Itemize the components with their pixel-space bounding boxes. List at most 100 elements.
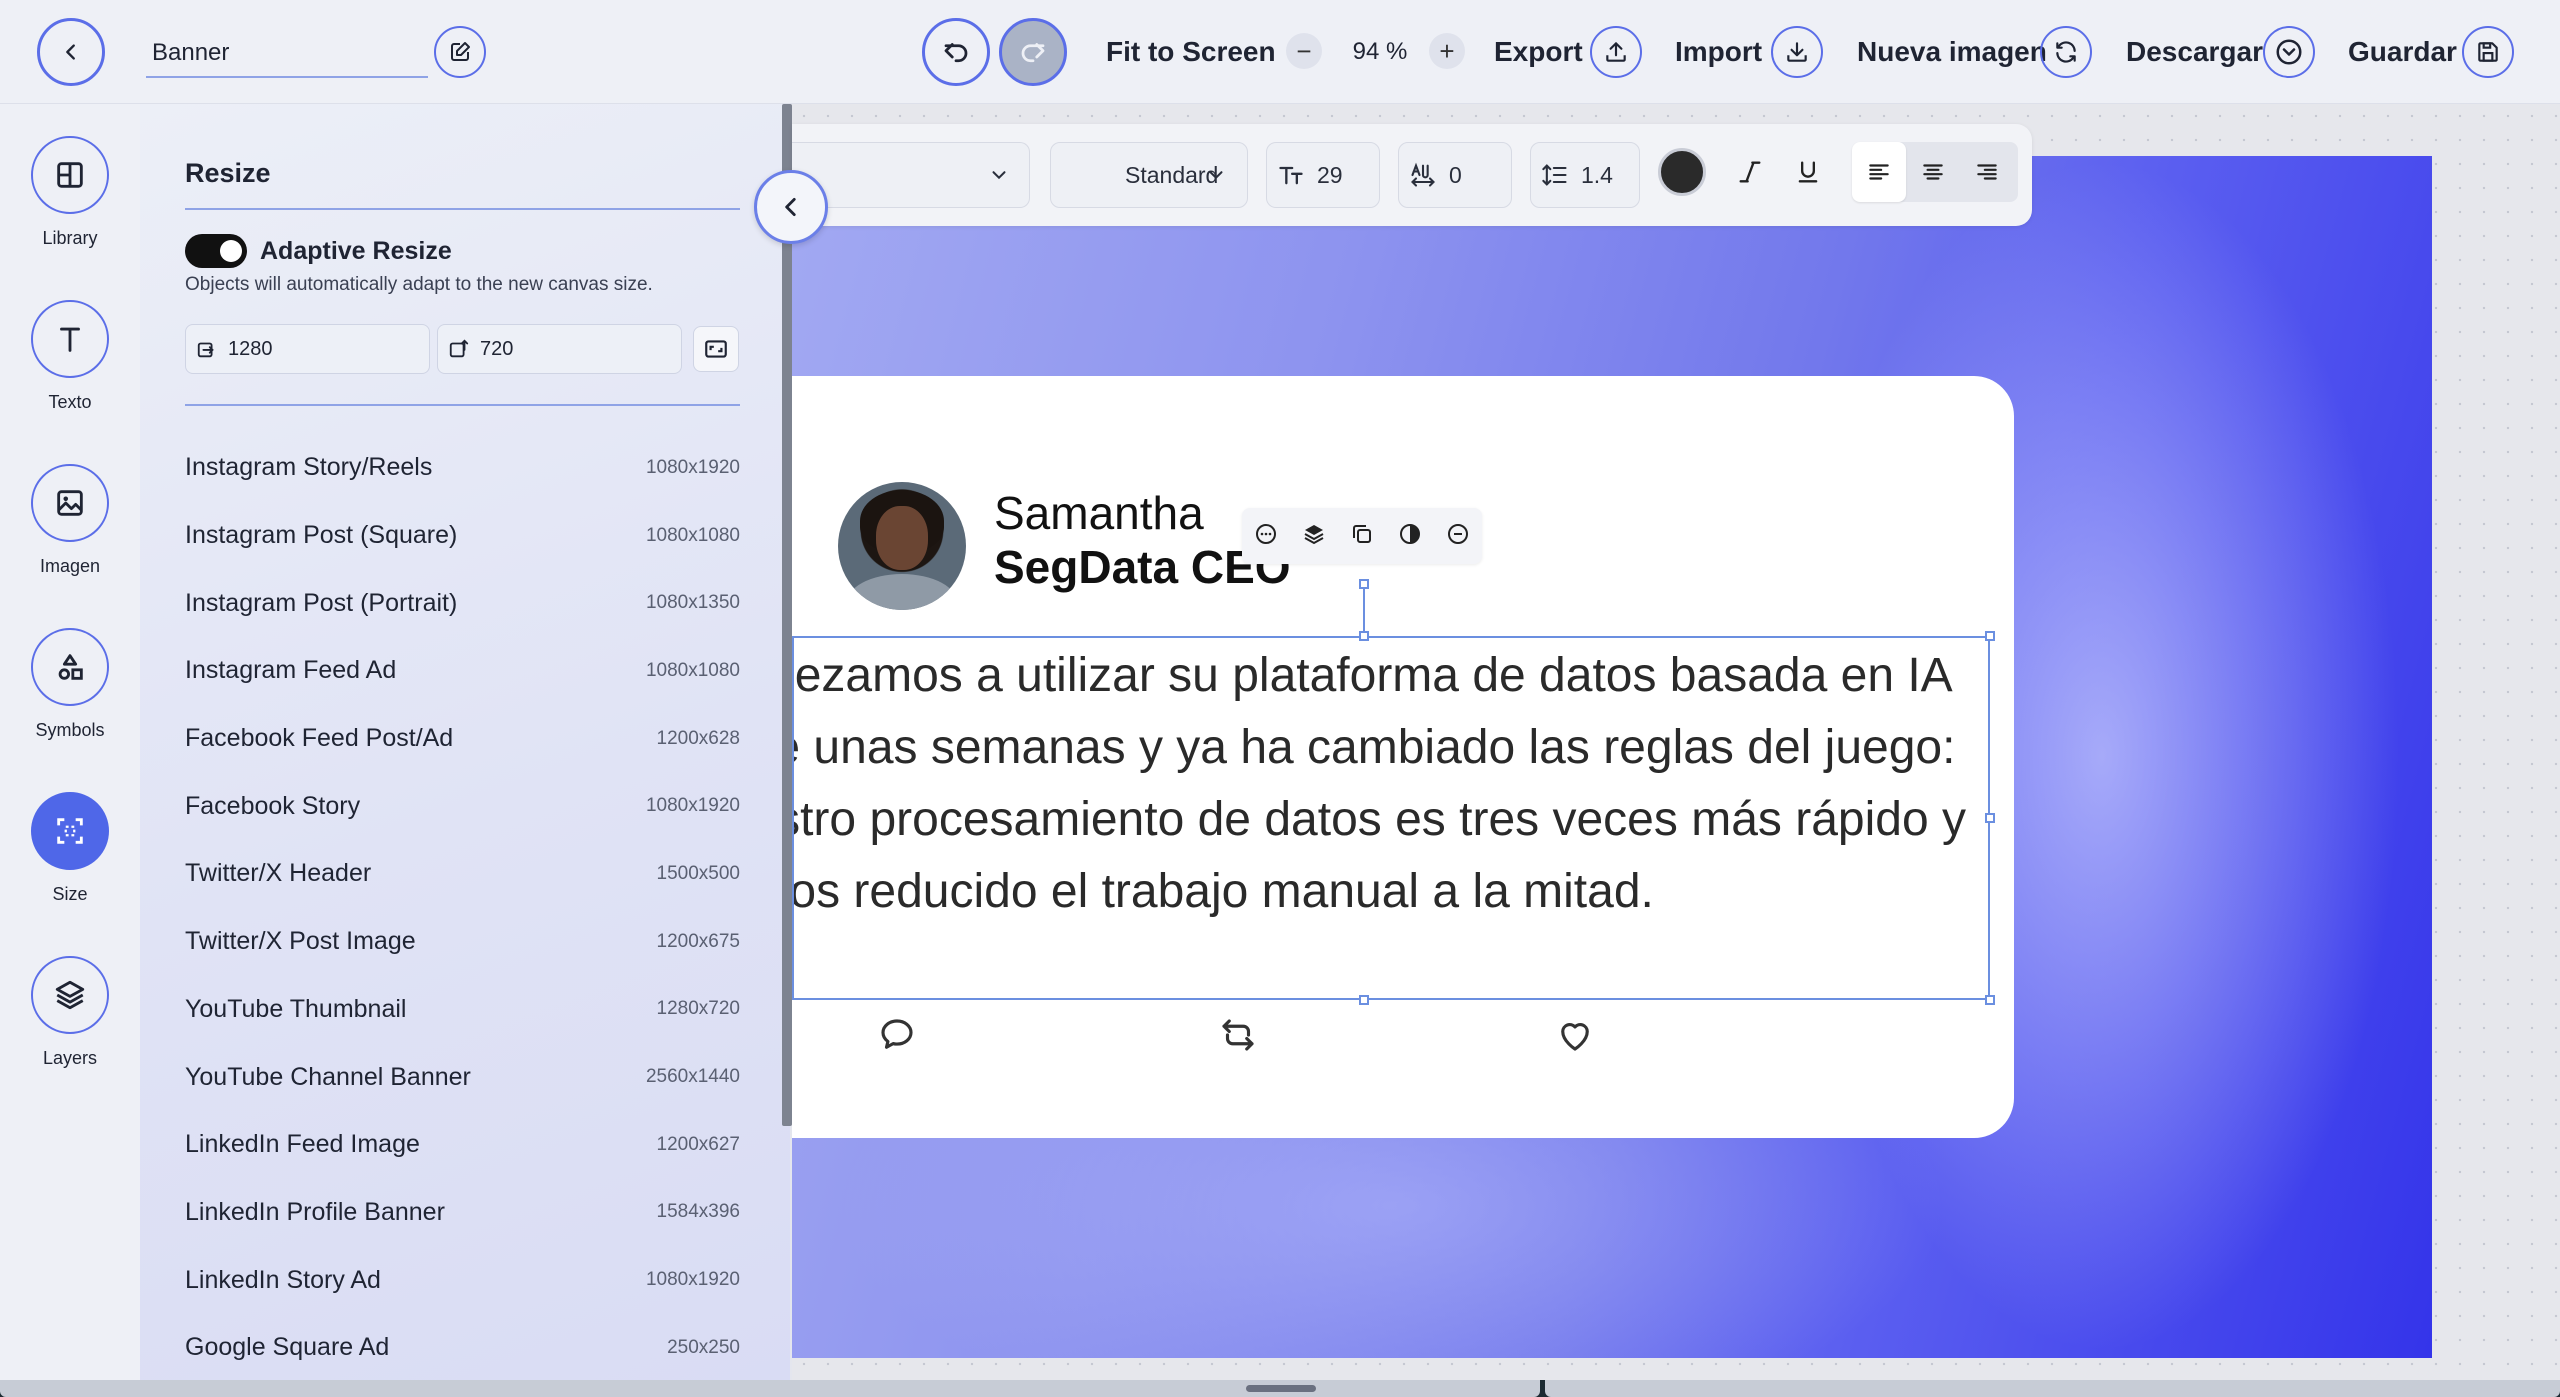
- heart-icon: [1554, 1014, 1596, 1061]
- preset-item[interactable]: YouTube Channel Banner 2560x1440: [185, 1043, 740, 1111]
- rail-size-button[interactable]: [31, 792, 109, 870]
- fit-to-screen-button[interactable]: Fit to Screen: [1106, 30, 1276, 74]
- preset-item[interactable]: Instagram Post (Portrait) 1080x1350: [185, 569, 740, 637]
- avatar[interactable]: [838, 482, 966, 610]
- rail-item-layers[interactable]: Layers: [0, 956, 140, 1069]
- preset-item[interactable]: YouTube Thumbnail 1280x720: [185, 976, 740, 1044]
- import-label[interactable]: Import: [1675, 30, 1762, 74]
- download-icon: [1787, 42, 1807, 62]
- collapse-panel-button[interactable]: [754, 170, 828, 244]
- height-value: 720: [480, 337, 514, 360]
- rail-item-imagen[interactable]: Imagen: [0, 464, 140, 577]
- preset-size: 250x250: [667, 1336, 740, 1358]
- resize-handle-top-right[interactable]: [1985, 631, 1995, 641]
- undo-button[interactable]: [922, 18, 990, 86]
- width-field[interactable]: 1280: [185, 324, 430, 374]
- preset-item[interactable]: Instagram Post (Square) 1080x1080: [185, 502, 740, 570]
- preset-size: 1280x720: [656, 998, 740, 1020]
- export-label[interactable]: Export: [1494, 30, 1583, 74]
- rail-item-texto[interactable]: Texto: [0, 300, 140, 413]
- document-title-input[interactable]: [146, 30, 428, 78]
- font-style-select[interactable]: Standard: [1050, 142, 1248, 208]
- preset-item[interactable]: Facebook Story 1080x1920: [185, 772, 740, 840]
- resize-handle-top[interactable]: [1359, 631, 1369, 641]
- chevron-down-icon: [992, 171, 1006, 180]
- preset-size: 1500x500: [656, 862, 740, 884]
- preset-item[interactable]: Facebook Feed Post/Ad 1200x628: [185, 705, 740, 773]
- preset-name: YouTube Thumbnail: [185, 994, 407, 1023]
- redo-button[interactable]: [999, 18, 1067, 86]
- rename-button[interactable]: [434, 26, 486, 78]
- underline-icon: [1798, 161, 1818, 183]
- height-field[interactable]: 720: [437, 324, 682, 374]
- resize-handle-right[interactable]: [1985, 813, 1995, 823]
- rail-item-symbols[interactable]: Symbols: [0, 628, 140, 741]
- rail-symbols-button[interactable]: [31, 628, 109, 706]
- rail-item-size[interactable]: Size: [0, 792, 140, 905]
- preset-item[interactable]: Twitter/X Post Image 1200x675: [185, 908, 740, 976]
- chevron-left-icon: [785, 198, 796, 216]
- rail-imagen-button[interactable]: [31, 464, 109, 542]
- preset-item[interactable]: Instagram Story/Reels 1080x1920: [185, 434, 740, 502]
- bottom-tab: [0, 1380, 560, 1397]
- opacity-icon[interactable]: [1398, 522, 1422, 551]
- rail-item-library[interactable]: Library: [0, 136, 140, 249]
- back-button[interactable]: [37, 18, 105, 86]
- download-label[interactable]: Descargar: [2126, 30, 2263, 74]
- preset-item[interactable]: LinkedIn Feed Image 1200x627: [185, 1111, 740, 1179]
- import-button[interactable]: [1771, 26, 1823, 78]
- bottom-taskbar: [0, 1380, 2560, 1397]
- preset-name: YouTube Channel Banner: [185, 1062, 471, 1091]
- font-family-select[interactable]: [792, 142, 1030, 208]
- export-button[interactable]: [1590, 26, 1642, 78]
- preset-name: Google Square Ad: [185, 1333, 390, 1362]
- new-image-button[interactable]: [2040, 26, 2092, 78]
- preset-item[interactable]: LinkedIn Story Ad 1080x1920: [185, 1246, 740, 1314]
- adaptive-resize-toggle[interactable]: [185, 234, 247, 268]
- preset-name: Twitter/X Post Image: [185, 927, 416, 956]
- chevron-down-icon: [1209, 171, 1223, 180]
- new-image-label[interactable]: Nueva imagen: [1857, 30, 2047, 74]
- italic-button[interactable]: [1728, 150, 1772, 194]
- align-center-button[interactable]: [1906, 142, 1960, 202]
- letter-spacing-value: 0: [1449, 161, 1462, 188]
- align-left-icon: [1869, 164, 1889, 180]
- align-right-button[interactable]: [1960, 142, 2014, 202]
- preset-item[interactable]: LinkedIn Profile Banner 1584x396: [185, 1179, 740, 1247]
- preset-item[interactable]: Twitter/X Header 1500x500: [185, 840, 740, 908]
- resize-handle-bottom-right[interactable]: [1985, 995, 1995, 1005]
- more-options-icon[interactable]: [1254, 522, 1278, 551]
- aspect-ratio-button[interactable]: [693, 326, 739, 372]
- font-size-icon: [1279, 166, 1303, 185]
- rail-layers-button[interactable]: [31, 956, 109, 1034]
- divider: [185, 404, 740, 406]
- resize-handle-bottom[interactable]: [1359, 995, 1369, 1005]
- rail-library-button[interactable]: [31, 136, 109, 214]
- rotation-handle[interactable]: [1359, 579, 1369, 589]
- save-button[interactable]: [2462, 26, 2514, 78]
- letter-spacing-field[interactable]: 0: [1398, 142, 1512, 208]
- preset-item[interactable]: Google Square Ad 250x250: [185, 1314, 740, 1382]
- panel-scrollbar[interactable]: [782, 104, 792, 1126]
- remove-icon[interactable]: [1446, 522, 1470, 551]
- save-label[interactable]: Guardar: [2348, 30, 2457, 74]
- layers-icon[interactable]: [1302, 522, 1326, 551]
- rail-texto-button[interactable]: [31, 300, 109, 378]
- preset-size: 1080x1080: [645, 524, 740, 546]
- download-button[interactable]: [2263, 26, 2315, 78]
- window-grip[interactable]: [1246, 1385, 1316, 1392]
- underline-button[interactable]: [1786, 150, 1830, 194]
- text-color-swatch[interactable]: [1658, 148, 1706, 196]
- line-height-field[interactable]: 1.4: [1530, 142, 1640, 208]
- duplicate-icon[interactable]: [1350, 522, 1374, 551]
- zoom-out-button[interactable]: −: [1286, 33, 1322, 69]
- zoom-in-button[interactable]: +: [1429, 33, 1465, 69]
- card-name[interactable]: Samantha: [994, 486, 1204, 540]
- align-left-button[interactable]: [1852, 142, 1906, 202]
- adaptive-resize-description: Objects will automatically adapt to the …: [185, 274, 653, 295]
- font-size-field[interactable]: 29: [1266, 142, 1380, 208]
- preset-item[interactable]: Instagram Feed Ad 1080x1080: [185, 637, 740, 705]
- refresh-icon: [2056, 41, 2076, 63]
- rail-label: Symbols: [35, 720, 105, 740]
- italic-icon: [1739, 161, 1761, 183]
